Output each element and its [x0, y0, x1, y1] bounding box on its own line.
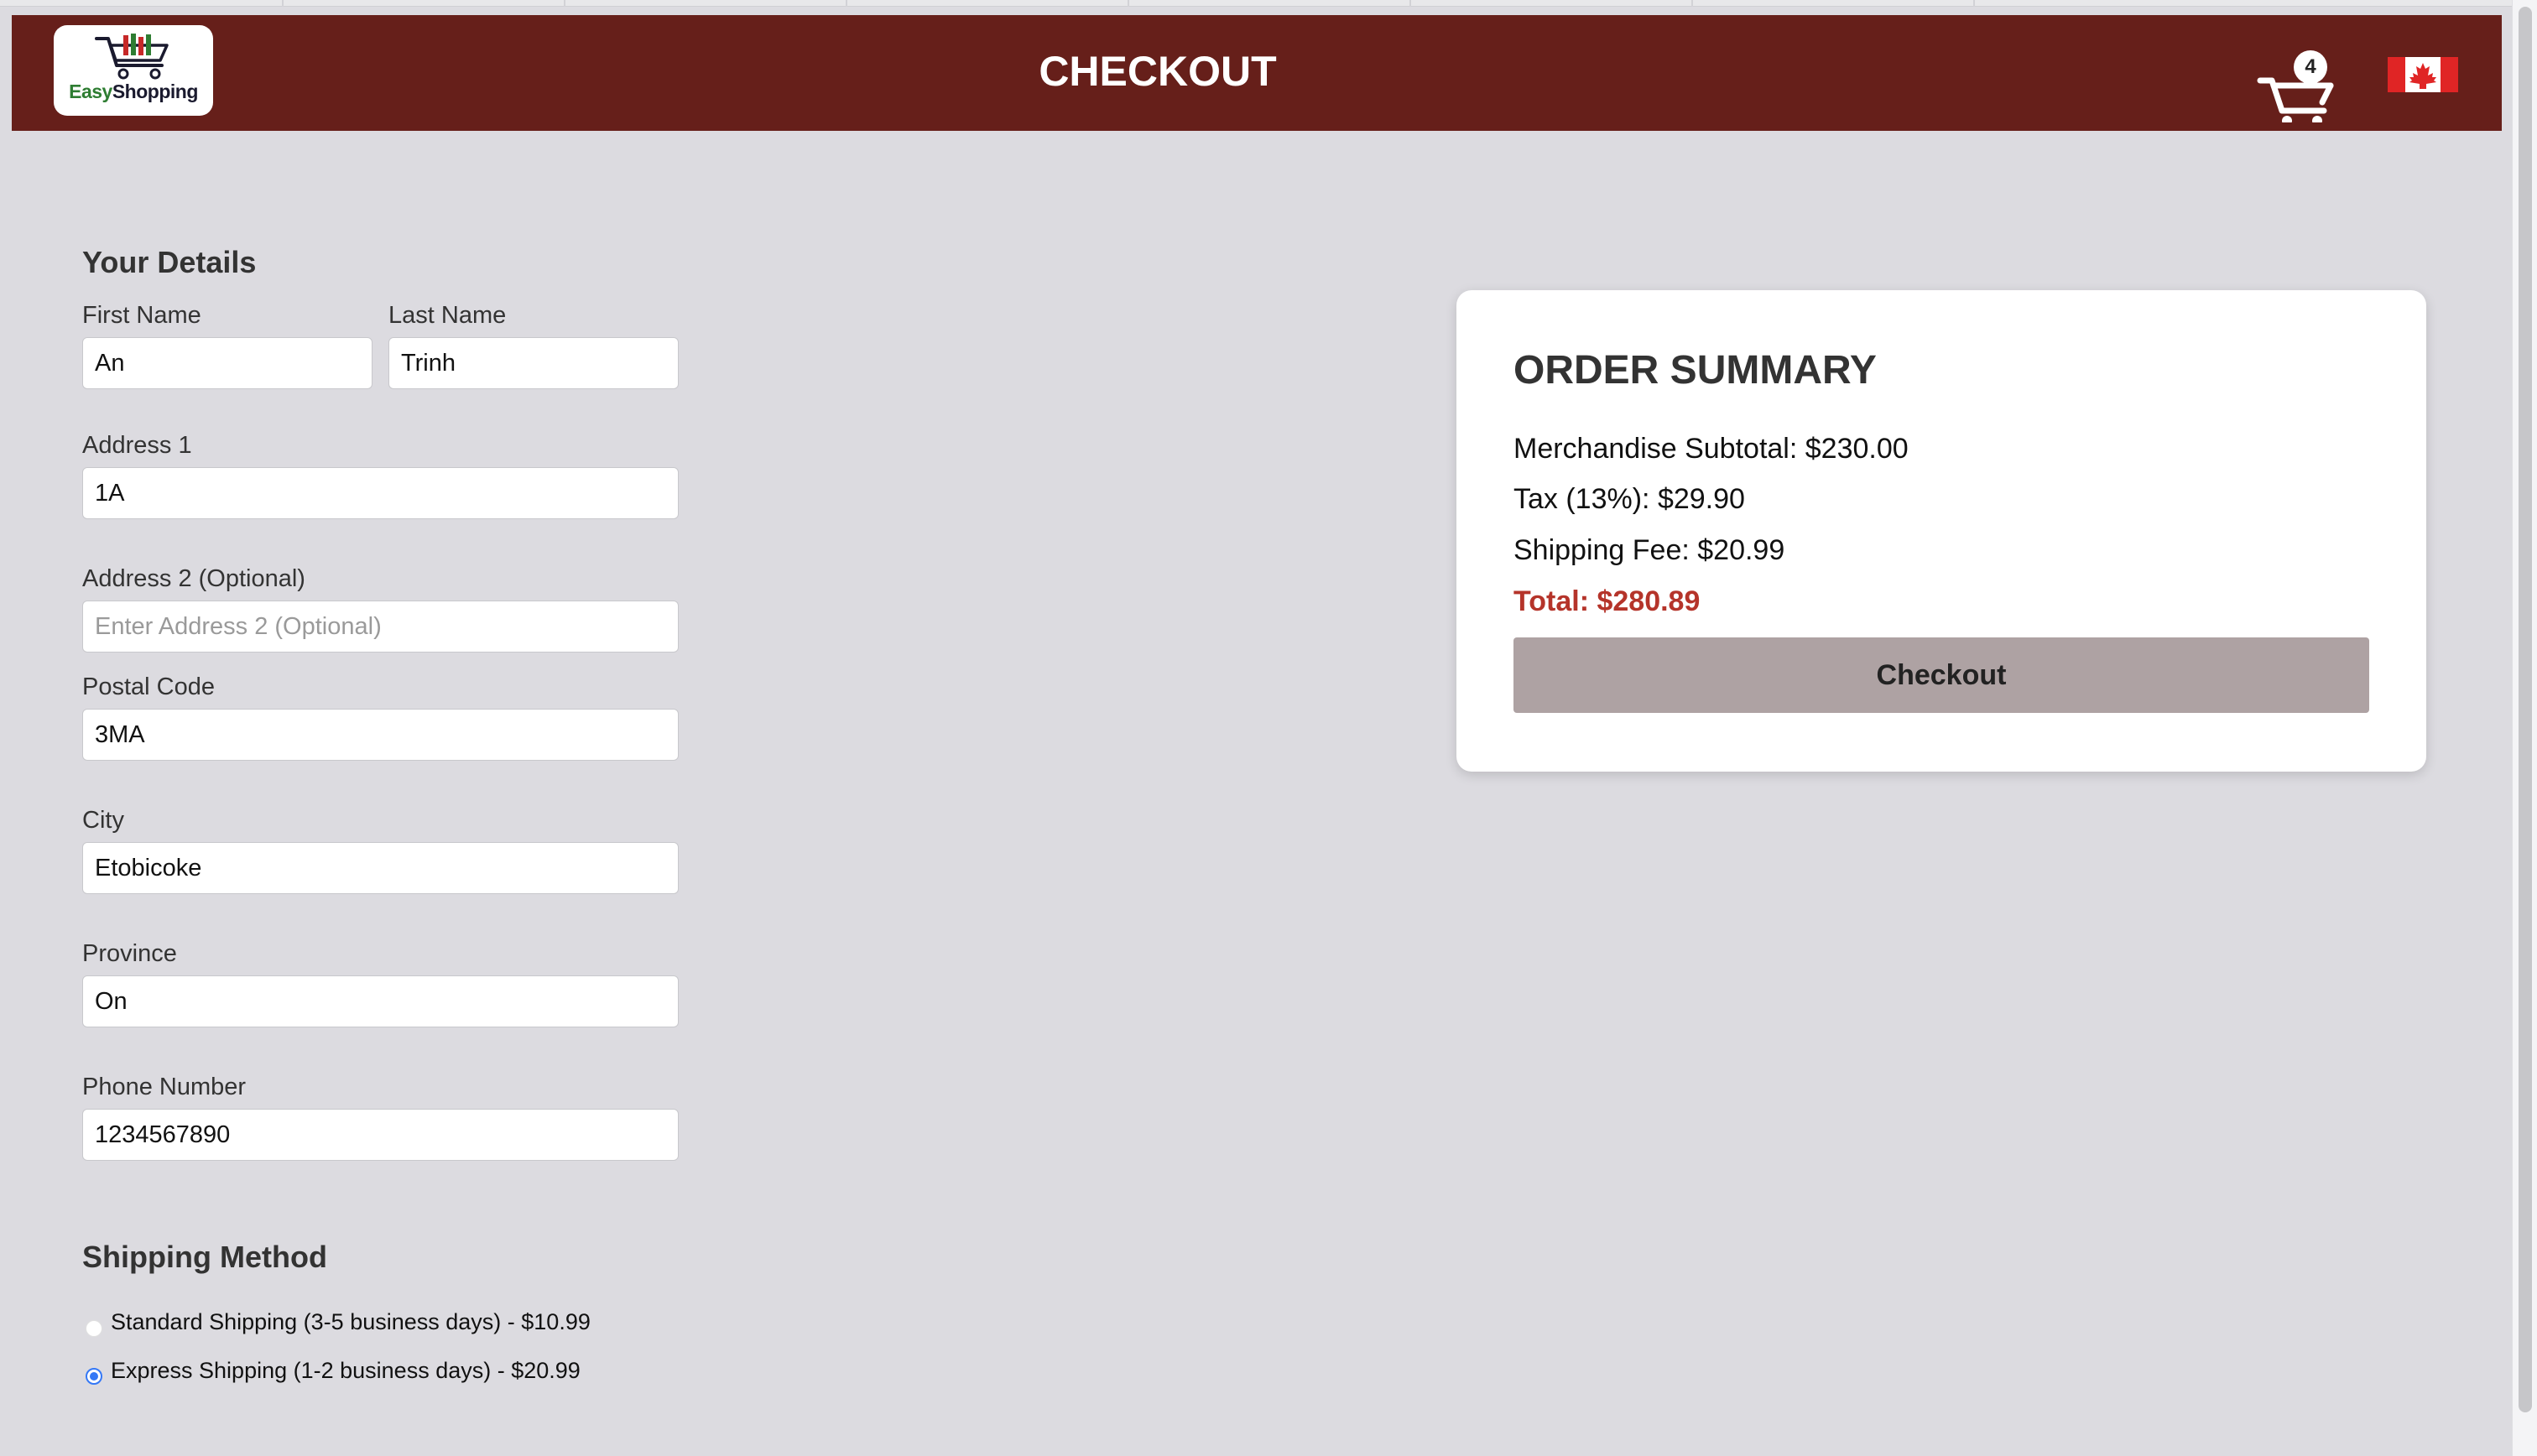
first-name-label: First Name: [82, 302, 201, 329]
cart-count-badge: 4: [2294, 50, 2327, 84]
browser-tab-strip: [0, 0, 2512, 7]
express-shipping-radio[interactable]: [86, 1368, 102, 1385]
city-input[interactable]: [82, 842, 679, 894]
phone-label: Phone Number: [82, 1074, 247, 1100]
page-scrollbar[interactable]: [2512, 0, 2537, 1456]
last-name-input[interactable]: [388, 337, 679, 389]
address1-label: Address 1: [82, 432, 192, 459]
scrollbar-thumb[interactable]: [2519, 7, 2532, 1412]
province-input[interactable]: [82, 975, 679, 1027]
address1-input[interactable]: [82, 467, 679, 519]
shipping-fee-text: Shipping Fee: $20.99: [1513, 534, 1785, 566]
address2-input[interactable]: [82, 601, 679, 653]
order-total-text: Total: $280.89: [1513, 585, 1701, 617]
page-title: CHECKOUT: [1039, 48, 1277, 95]
postal-code-label: Postal Code: [82, 673, 215, 700]
order-summary-card: ORDER SUMMARY Merchandise Subtotal: $230…: [1456, 290, 2426, 772]
site-header: EasyShopping CHECKOUT 4: [12, 15, 2502, 131]
cart-button[interactable]: 4: [2257, 30, 2341, 122]
order-summary-title: ORDER SUMMARY: [1513, 348, 1877, 393]
address2-label: Address 2 (Optional): [82, 565, 305, 592]
city-label: City: [82, 807, 124, 834]
canada-flag-icon[interactable]: [2388, 57, 2458, 92]
checkout-button[interactable]: Checkout: [1513, 637, 2369, 713]
standard-shipping-label[interactable]: Standard Shipping (3-5 business days) - …: [111, 1309, 591, 1335]
first-name-input[interactable]: [82, 337, 372, 389]
phone-input[interactable]: [82, 1109, 679, 1161]
province-label: Province: [82, 940, 177, 967]
tax-text: Tax (13%): $29.90: [1513, 483, 1745, 515]
your-details-heading: Your Details: [82, 245, 257, 279]
standard-shipping-radio[interactable]: [86, 1320, 102, 1337]
shipping-method-heading: Shipping Method: [82, 1240, 327, 1274]
last-name-label: Last Name: [388, 302, 507, 329]
express-shipping-label[interactable]: Express Shipping (1-2 business days) - $…: [111, 1358, 581, 1384]
postal-code-input[interactable]: [82, 709, 679, 761]
subtotal-text: Merchandise Subtotal: $230.00: [1513, 433, 1909, 465]
